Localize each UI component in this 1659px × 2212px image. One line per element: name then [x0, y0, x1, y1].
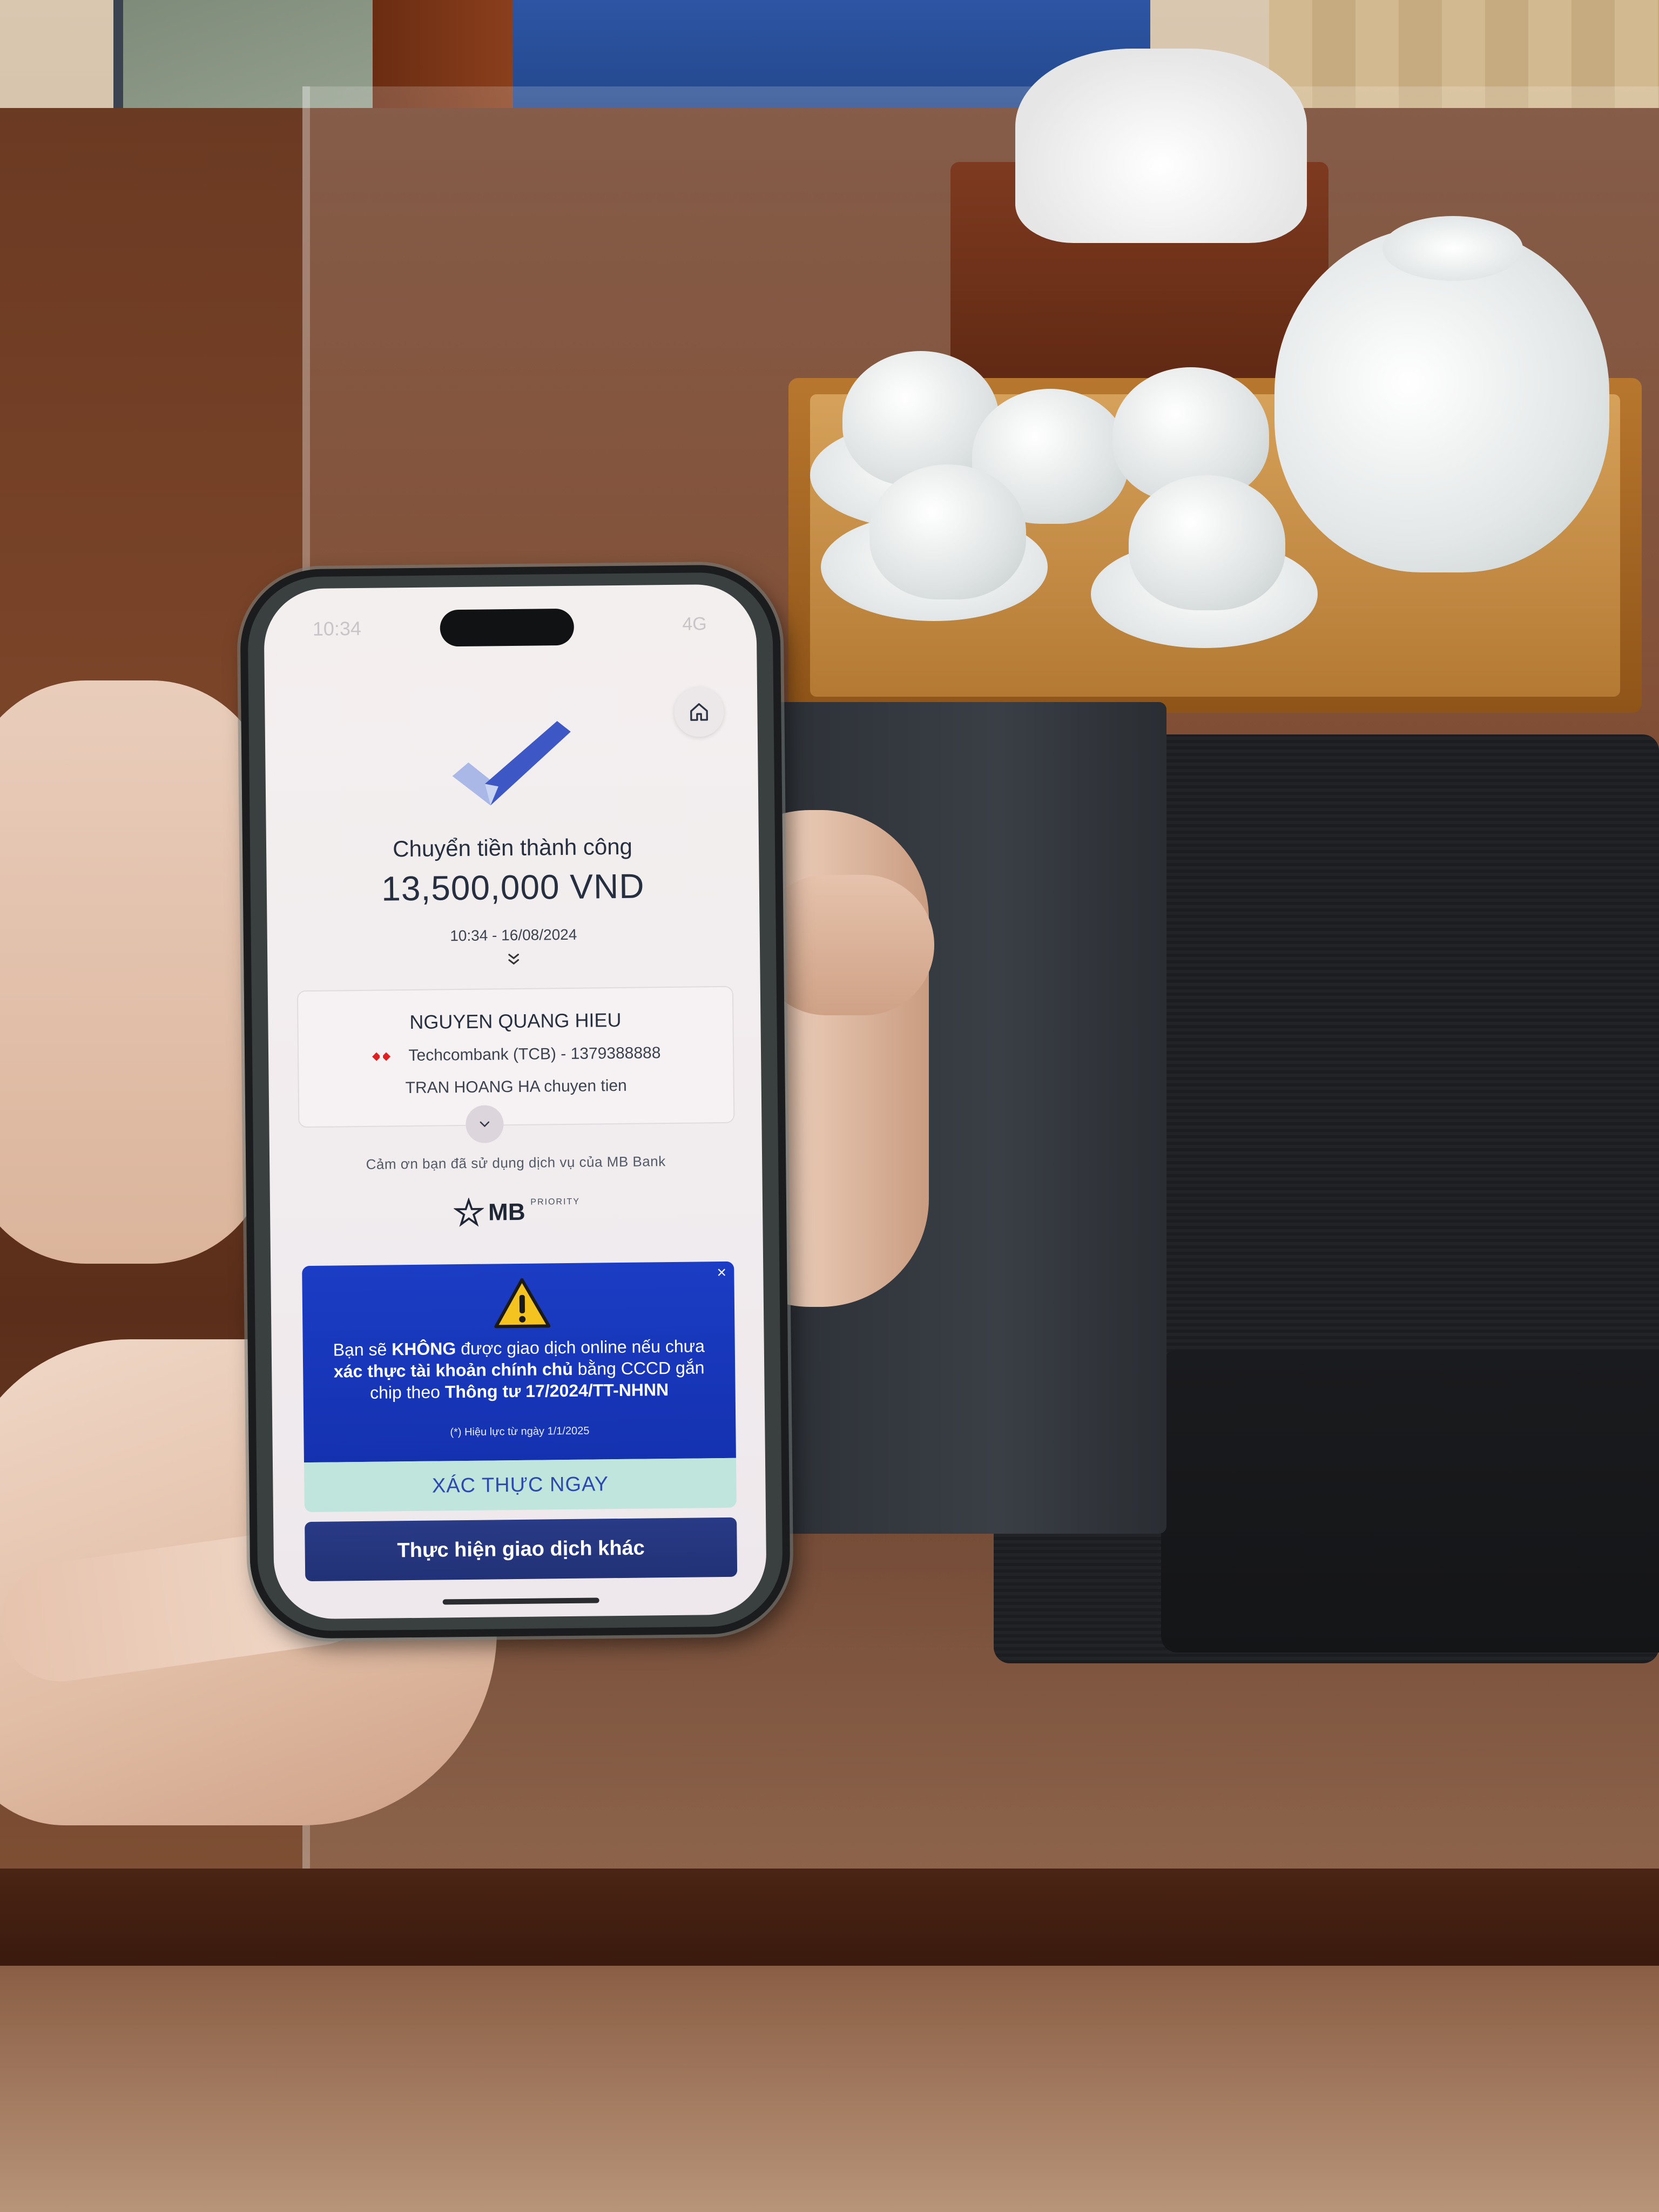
left-hand — [0, 680, 270, 1264]
status-time: 10:34 — [312, 617, 362, 640]
status-network: 4G — [682, 613, 707, 635]
chevron-down-icon — [480, 1121, 490, 1128]
teapot-lid — [1382, 216, 1523, 281]
transfer-amount: 13,500,000 VND — [381, 866, 645, 908]
floor-bottom — [0, 1966, 1659, 2212]
chevron-down-icon[interactable] — [501, 948, 527, 975]
table-edge — [0, 1869, 1659, 1966]
laptop-sleeve-pocket — [1161, 1350, 1659, 1653]
home-icon — [690, 703, 708, 721]
transfer-datetime: 10:34 - 16/08/2024 — [450, 926, 577, 945]
banner-message: Bạn sẽ KHÔNG được giao dịch online nếu c… — [303, 1335, 736, 1404]
dynamic-island — [440, 608, 575, 647]
mb-brand-text: MB — [488, 1198, 525, 1226]
banner-text-segment: Bạn sẽ — [333, 1339, 392, 1360]
warning-triangle-icon — [492, 1276, 552, 1331]
check-mark-icon — [447, 716, 577, 820]
home-button[interactable] — [673, 686, 724, 737]
banner-text-segment: chip theo — [369, 1382, 446, 1402]
banner-effective-note: (*) Hiệu lực từ ngày 1/1/2025 — [450, 1425, 590, 1439]
banner-text-bold: xác thực tài khoản chính chủ — [333, 1359, 573, 1381]
priority-label: PRIORITY — [530, 1197, 581, 1207]
tea-cup — [1129, 475, 1285, 610]
recipient-bank-row: Techcombank (TCB) - 1379388888 — [299, 1043, 733, 1066]
transfer-note: TRAN HOANG HA chuyen tien — [405, 1076, 627, 1097]
mb-star-logo-icon — [453, 1197, 484, 1227]
recipient-bank: Techcombank (TCB) - 1379388888 — [408, 1044, 661, 1065]
tea-cup — [869, 464, 1026, 599]
banner-line-3: chip theo Thông tư 17/2024/TT-NHNN — [303, 1378, 735, 1404]
banner-text-segment: bằng CCCD gắn — [572, 1358, 705, 1379]
banner-text-bold: Thông tư 17/2024/TT-NHNN — [444, 1380, 669, 1402]
verify-now-button[interactable]: XÁC THỰC NGAY — [304, 1458, 737, 1513]
smartphone: 10:34 4G Chuyển tiền thành công 13,500,0… — [239, 564, 791, 1640]
recipient-card: NGUYEN QUANG HIEU Techcombank (TCB) - 13… — [296, 986, 735, 1128]
expand-details-button[interactable] — [466, 1105, 504, 1143]
close-icon[interactable]: × — [713, 1264, 730, 1282]
photo-scene: 10:34 4G Chuyển tiền thành công 13,500,0… — [0, 0, 1659, 2212]
techcombank-logo-icon — [372, 1052, 390, 1061]
thank-you-text: Cảm ơn bạn đã sử dụng dịch vụ của MB Ban… — [366, 1153, 666, 1172]
banner-text-segment: được giao dịch online nếu chưa — [456, 1336, 705, 1359]
transfer-success-title: Chuyển tiền thành công — [392, 833, 633, 862]
banner-line-2: xác thực tài khoản chính chủ bằng CCCD g… — [303, 1357, 735, 1382]
new-transaction-button[interactable]: Thực hiện giao dịch khác — [305, 1517, 738, 1582]
recipient-name: NGUYEN QUANG HIEU — [409, 1008, 622, 1034]
verification-banner: × Bạn sẽ KHÔNG được giao dịch online nếu… — [302, 1261, 736, 1463]
mb-priority-logo: MB PRIORITY — [453, 1193, 581, 1232]
phone-screen: 10:34 4G Chuyển tiền thành công 13,500,0… — [264, 584, 767, 1620]
banner-text-bold: KHÔNG — [392, 1339, 456, 1359]
home-indicator[interactable] — [442, 1597, 599, 1605]
tissue — [1015, 49, 1307, 243]
